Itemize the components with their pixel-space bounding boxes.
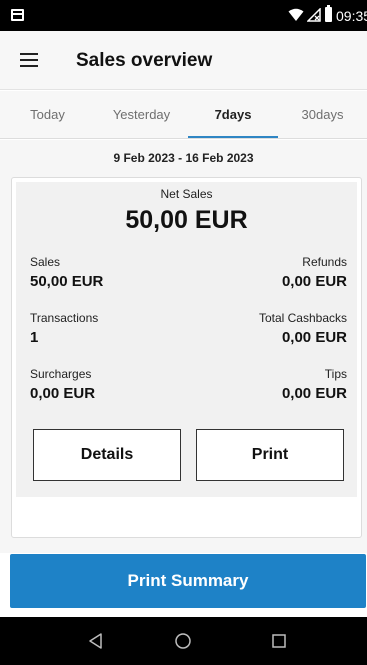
- tab-yesterday[interactable]: Yesterday: [95, 91, 188, 139]
- sales-label: Sales: [30, 255, 61, 269]
- status-bar: 09:35: [0, 0, 367, 31]
- total-cashbacks-label: Total Cashbacks: [258, 311, 347, 325]
- transactions-value: 1: [30, 329, 39, 346]
- print-summary-button[interactable]: Print Summary: [10, 554, 366, 608]
- net-sales-label: Net Sales: [160, 187, 213, 201]
- tips-label: Tips: [324, 367, 347, 381]
- print-button[interactable]: Print: [196, 429, 344, 481]
- signal-icon: [307, 8, 321, 22]
- recent-apps-icon[interactable]: [271, 633, 287, 649]
- app-bar: Sales overview: [0, 31, 367, 90]
- system-nav-bar: [0, 617, 367, 665]
- tips-value: 0,00 EUR: [281, 385, 347, 402]
- status-time: 09:35: [336, 8, 367, 24]
- net-sales-value: 50,00 EUR: [125, 206, 248, 234]
- period-tabs: Today Yesterday 7days 30days: [0, 91, 367, 139]
- hamburger-menu-icon[interactable]: [20, 53, 38, 67]
- home-icon[interactable]: [174, 632, 192, 650]
- app-screen: 09:35 Sales overview Today Yesterday 7da…: [0, 0, 367, 665]
- tab-7days[interactable]: 7days: [188, 91, 278, 139]
- tab-today[interactable]: Today: [0, 91, 95, 139]
- surcharges-value: 0,00 EUR: [30, 385, 96, 402]
- details-button[interactable]: Details: [33, 429, 181, 481]
- page-title: Sales overview: [76, 50, 213, 71]
- main-content: 9 Feb 2023 - 16 Feb 2023 Net Sales 50,00…: [0, 140, 367, 553]
- refunds-label: Refunds: [302, 255, 347, 269]
- sales-summary-panel: Net Sales 50,00 EUR Sales 50,00 EUR Refu…: [16, 182, 357, 497]
- transactions-label: Transactions: [30, 311, 99, 325]
- back-icon[interactable]: [86, 631, 106, 651]
- active-tab-indicator: [188, 136, 278, 138]
- wifi-icon: [288, 8, 304, 21]
- battery-icon: [325, 5, 332, 22]
- date-range: 9 Feb 2023 - 16 Feb 2023: [113, 151, 254, 165]
- total-cashbacks-value: 0,00 EUR: [281, 329, 347, 346]
- tab-30days[interactable]: 30days: [278, 91, 367, 139]
- app-notification-icon: [11, 9, 24, 21]
- sales-summary-card: Net Sales 50,00 EUR Sales 50,00 EUR Refu…: [11, 177, 362, 538]
- surcharges-label: Surcharges: [30, 367, 92, 381]
- sales-value: 50,00 EUR: [30, 273, 104, 290]
- refunds-value: 0,00 EUR: [281, 273, 347, 290]
